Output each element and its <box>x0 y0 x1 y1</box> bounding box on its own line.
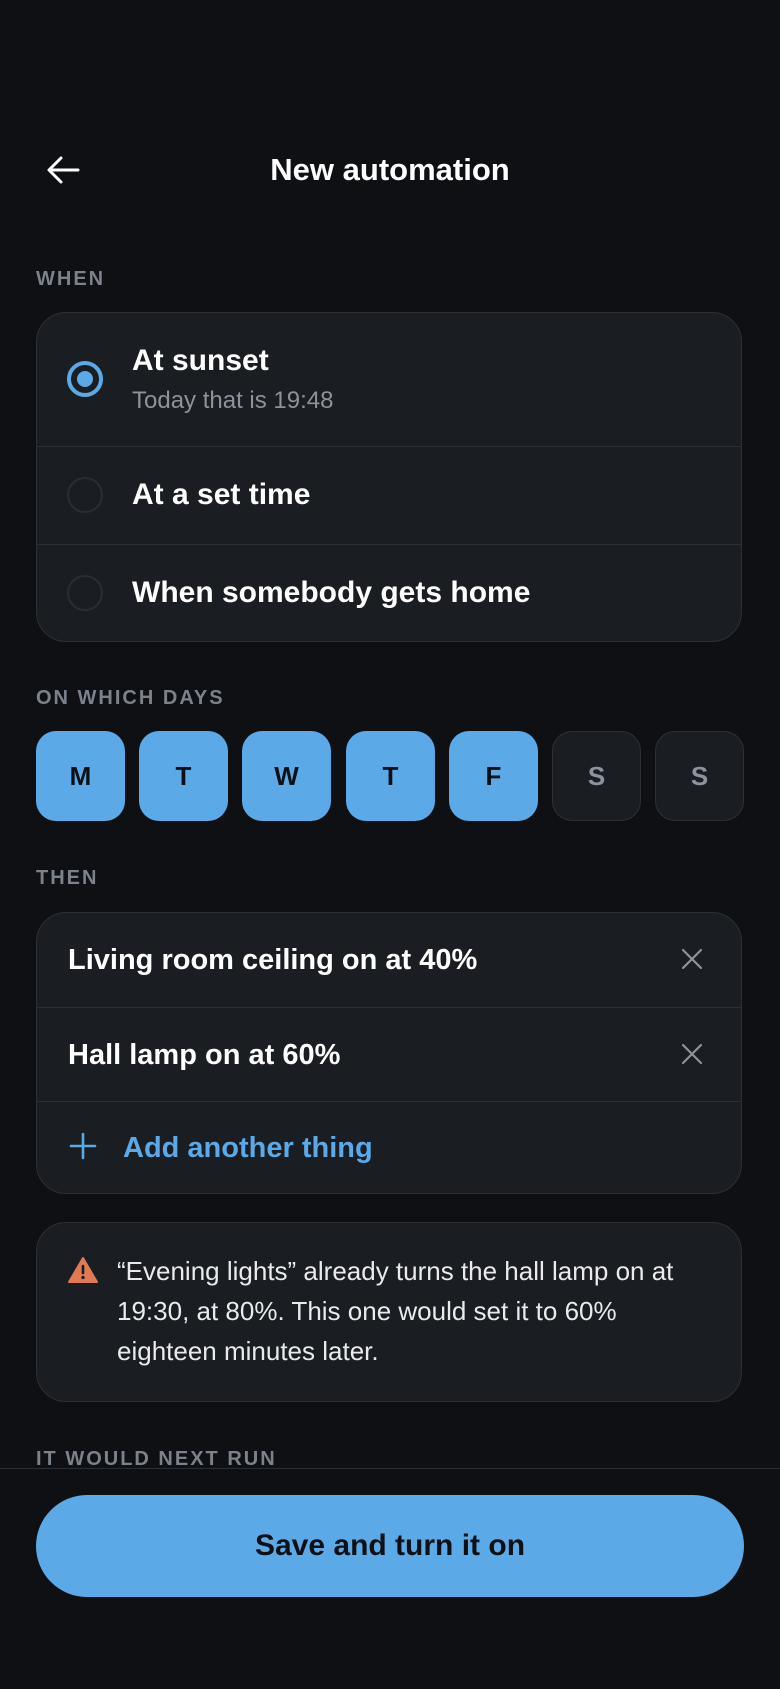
trigger-option-label: When somebody gets home <box>132 576 531 609</box>
when-section-label: WHEN <box>36 268 106 290</box>
trigger-option-set-time[interactable]: At a set time <box>37 446 741 544</box>
trigger-option-label: At a set time <box>132 478 311 511</box>
day-toggle-tuesday[interactable]: T <box>139 731 228 821</box>
remove-action-button[interactable] <box>675 1037 709 1071</box>
day-selector: M T W T F S S <box>36 731 744 821</box>
radio-unselected[interactable] <box>67 575 103 611</box>
days-section-label: ON WHICH DAYS <box>36 687 225 709</box>
plus-icon <box>69 1132 97 1160</box>
remove-action-button[interactable] <box>675 942 709 976</box>
day-toggle-sunday[interactable]: S <box>655 731 744 821</box>
radio-unselected[interactable] <box>67 477 103 513</box>
actions-card: Living room ceiling on at 40% Hall lamp … <box>36 912 742 1194</box>
bottom-action-bar: Save and turn it on <box>0 1468 780 1689</box>
trigger-option-label: At sunset <box>132 344 269 377</box>
conflict-warning-card: “Evening lights” already turns the hall … <box>36 1222 742 1402</box>
day-toggle-wednesday[interactable]: W <box>242 731 331 821</box>
action-row: Hall lamp on at 60% <box>37 1007 741 1101</box>
close-icon <box>681 1043 703 1065</box>
warning-text: “Evening lights” already turns the hall … <box>117 1256 674 1366</box>
trigger-option-sublabel: Today that is 19:48 <box>132 387 334 414</box>
close-icon <box>681 948 703 970</box>
header: New automation <box>0 140 780 200</box>
page-title: New automation <box>270 152 510 187</box>
day-toggle-saturday[interactable]: S <box>552 731 641 821</box>
save-button[interactable]: Save and turn it on <box>36 1495 744 1597</box>
action-text: Hall lamp on at 60% <box>68 1039 341 1071</box>
then-section-label: THEN <box>36 867 99 889</box>
action-row: Living room ceiling on at 40% <box>37 913 741 1007</box>
add-action-button[interactable]: Add another thing <box>123 1130 373 1166</box>
trigger-option-sunset[interactable]: At sunset Today that is 19:48 <box>37 313 741 446</box>
add-action-row[interactable]: Add another thing <box>37 1101 741 1193</box>
action-text: Living room ceiling on at 40% <box>68 944 478 976</box>
day-toggle-friday[interactable]: F <box>449 731 538 821</box>
radio-selected[interactable] <box>67 361 103 397</box>
warning-icon <box>68 1257 98 1283</box>
day-toggle-thursday[interactable]: T <box>346 731 435 821</box>
trigger-option-arrive-home[interactable]: When somebody gets home <box>37 544 741 641</box>
day-toggle-monday[interactable]: M <box>36 731 125 821</box>
trigger-options-card: At sunset Today that is 19:48 At a set t… <box>36 312 742 642</box>
